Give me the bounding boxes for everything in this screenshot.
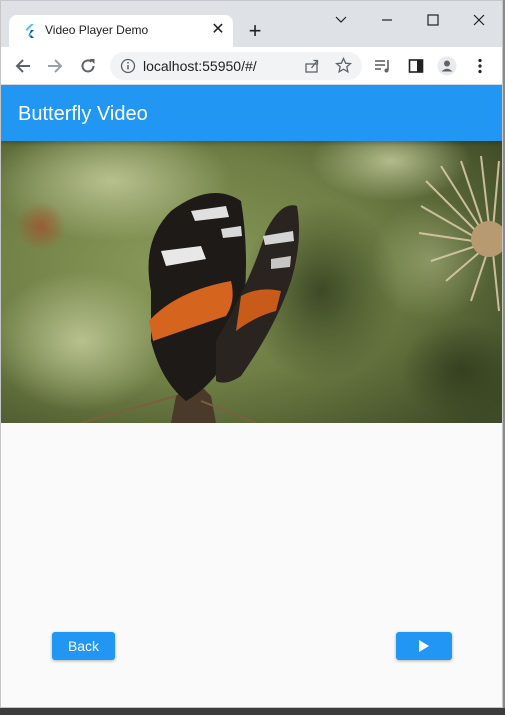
reload-icon[interactable] [76, 54, 100, 78]
play-icon [419, 640, 429, 652]
menu-icon[interactable] [468, 54, 492, 78]
maximize-icon[interactable] [421, 9, 445, 31]
butterfly-video-frame [1, 141, 502, 423]
tab-strip: Video Player Demo ✕ + [1, 1, 502, 47]
info-icon[interactable] [120, 58, 136, 74]
browser-window: Video Player Demo ✕ + localhost:55950/#/… [0, 0, 503, 708]
minimize-icon[interactable] [375, 9, 399, 31]
page-title: Butterfly Video [18, 103, 148, 125]
share-icon[interactable] [304, 58, 320, 74]
address-bar[interactable]: localhost:55950/#/ [110, 52, 362, 80]
browser-toolbar: localhost:55950/#/ [1, 47, 502, 85]
play-button[interactable] [396, 632, 452, 660]
sidepanel-icon[interactable] [404, 54, 428, 78]
profile-icon[interactable] [435, 54, 459, 78]
star-icon[interactable] [335, 57, 352, 74]
page-content: Back [1, 141, 502, 707]
forward-icon[interactable] [43, 54, 67, 78]
browser-tab[interactable]: Video Player Demo ✕ [9, 15, 233, 47]
back-icon[interactable] [11, 54, 35, 78]
url-text: localhost:55950/#/ [143, 58, 257, 74]
background-strip [0, 708, 505, 715]
chevron-down-icon[interactable] [329, 9, 353, 31]
flutter-icon [25, 24, 34, 38]
new-tab-button[interactable]: + [244, 20, 266, 43]
media-icon[interactable] [371, 54, 395, 78]
video-player[interactable] [1, 141, 502, 423]
back-button[interactable]: Back [52, 632, 115, 660]
tab-close-icon[interactable]: ✕ [209, 21, 227, 39]
app-bar: Butterfly Video [1, 85, 502, 141]
close-icon[interactable] [467, 9, 491, 31]
tab-title: Video Player Demo [45, 23, 149, 37]
